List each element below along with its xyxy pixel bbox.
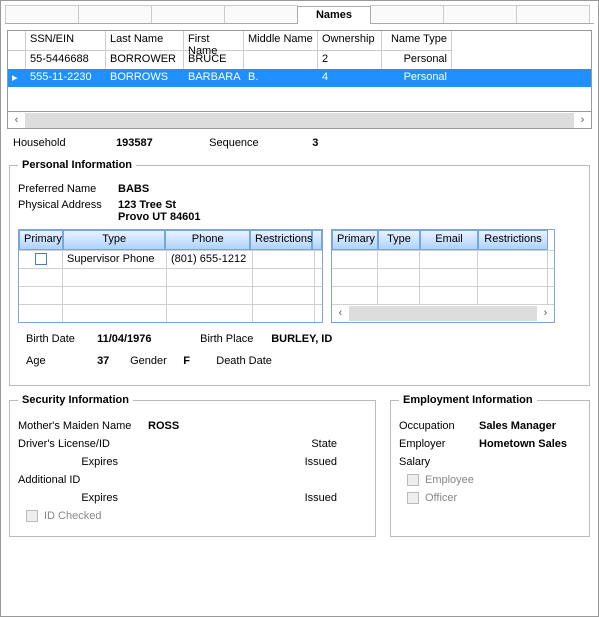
names-grid-scrollbar[interactable]: ‹ › [7,112,592,129]
id-checked-label: ID Checked [44,510,101,522]
col-first[interactable]: First Name [184,31,244,51]
tab-blank-2[interactable] [78,5,152,23]
col-ownership[interactable]: Ownership [318,31,382,51]
tab-blank-7[interactable] [516,5,590,23]
officer-checkbox[interactable] [407,492,419,504]
tab-names[interactable]: Names [297,6,371,24]
col-middle[interactable]: Middle Name [244,31,318,51]
household-label: Household [13,137,113,149]
maiden-label: Mother's Maiden Name [18,420,148,432]
phone-row[interactable]: Supervisor Phone (801) 655-1212 [19,250,322,268]
email-col-type[interactable]: Type [378,230,420,250]
birth-place-value: BURLEY, ID [271,333,332,345]
tab-blank-6[interactable] [443,5,517,23]
maiden-value: ROSS [148,420,367,432]
death-date-label: Death Date [216,355,284,367]
address-label: Physical Address [18,199,118,211]
employee-checkbox[interactable] [407,474,419,486]
tab-blank-4[interactable] [224,5,298,23]
phone-grid[interactable]: Primary Type Phone Restrictions Supervis… [18,229,323,323]
age-value: 37 [97,355,117,367]
table-row[interactable]: 55-5446688 BORROWER BRUCE 2 Personal [8,51,591,69]
security-info-group: Security Information Mother's Maiden Nam… [9,394,376,537]
addl-id-label: Additional ID [18,474,148,486]
employer-value: Hometown Sales [479,438,567,450]
birth-date-value: 11/04/1976 [97,333,177,345]
preferred-name-value: BABS [118,183,149,195]
phone-primary-checkbox[interactable] [35,253,47,265]
scroll-left-icon[interactable]: ‹ [8,114,25,126]
gender-value: F [183,355,203,367]
scroll-track[interactable] [25,113,574,128]
scroll-right-icon[interactable]: › [574,114,591,126]
tab-blank-3[interactable] [151,5,225,23]
gender-label: Gender [130,355,180,367]
phone-col-phone[interactable]: Phone [165,230,250,250]
tab-blank-5[interactable] [370,5,444,23]
col-last[interactable]: Last Name [106,31,184,51]
employment-legend: Employment Information [399,394,537,406]
household-value: 193587 [116,137,206,149]
preferred-name-label: Preferred Name [18,183,118,195]
phone-col-primary[interactable]: Primary [19,230,63,250]
officer-label: Officer [425,492,457,504]
issued-label-2: Issued [257,492,367,504]
tab-bar: Names [5,5,594,24]
age-label: Age [26,355,94,367]
col-nametype[interactable]: Name Type [382,31,452,51]
email-col-primary[interactable]: Primary [332,230,378,250]
birth-place-label: Birth Place [200,333,268,345]
security-legend: Security Information [18,394,133,406]
expires-label-2: Expires [18,492,148,504]
occupation-label: Occupation [399,420,479,432]
table-row-selected[interactable]: ▸ 555-11-2230 BORROWS BARBARA B. 4 Perso… [8,69,591,87]
address-value: 123 Tree St Provo UT 84601 [118,199,201,223]
state-label: State [257,438,367,450]
phone-col-restrictions[interactable]: Restrictions [250,230,312,250]
phone-col-type[interactable]: Type [63,230,165,250]
id-checked-checkbox[interactable] [26,510,38,522]
email-col-restrictions[interactable]: Restrictions [478,230,548,250]
sequence-value: 3 [312,137,318,149]
sequence-label: Sequence [209,137,309,149]
personal-legend: Personal Information [18,159,136,171]
names-grid-header: SSN/EIN Last Name First Name Middle Name… [8,31,591,51]
salary-label: Salary [399,456,479,468]
email-grid[interactable]: Primary Type Email Restrictions ‹ › [331,229,555,323]
col-ssn[interactable]: SSN/EIN [26,31,106,51]
dl-label: Driver's License/ID [18,438,148,450]
tab-blank-1[interactable] [5,5,79,23]
email-col-email[interactable]: Email [420,230,478,250]
occupation-value: Sales Manager [479,420,556,432]
employment-info-group: Employment Information Occupation Sales … [390,394,590,537]
names-grid[interactable]: SSN/EIN Last Name First Name Middle Name… [7,30,592,112]
employee-label: Employee [425,474,474,486]
household-row: Household 193587 Sequence 3 [13,137,586,149]
scroll-left-icon[interactable]: ‹ [332,307,349,319]
birth-date-label: Birth Date [26,333,94,345]
personal-info-group: Personal Information Preferred Name BABS… [9,159,590,386]
email-grid-scrollbar[interactable]: ‹ › [332,304,554,321]
issued-label-1: Issued [257,456,367,468]
scroll-right-icon[interactable]: › [537,307,554,319]
expires-label-1: Expires [18,456,148,468]
employer-label: Employer [399,438,479,450]
